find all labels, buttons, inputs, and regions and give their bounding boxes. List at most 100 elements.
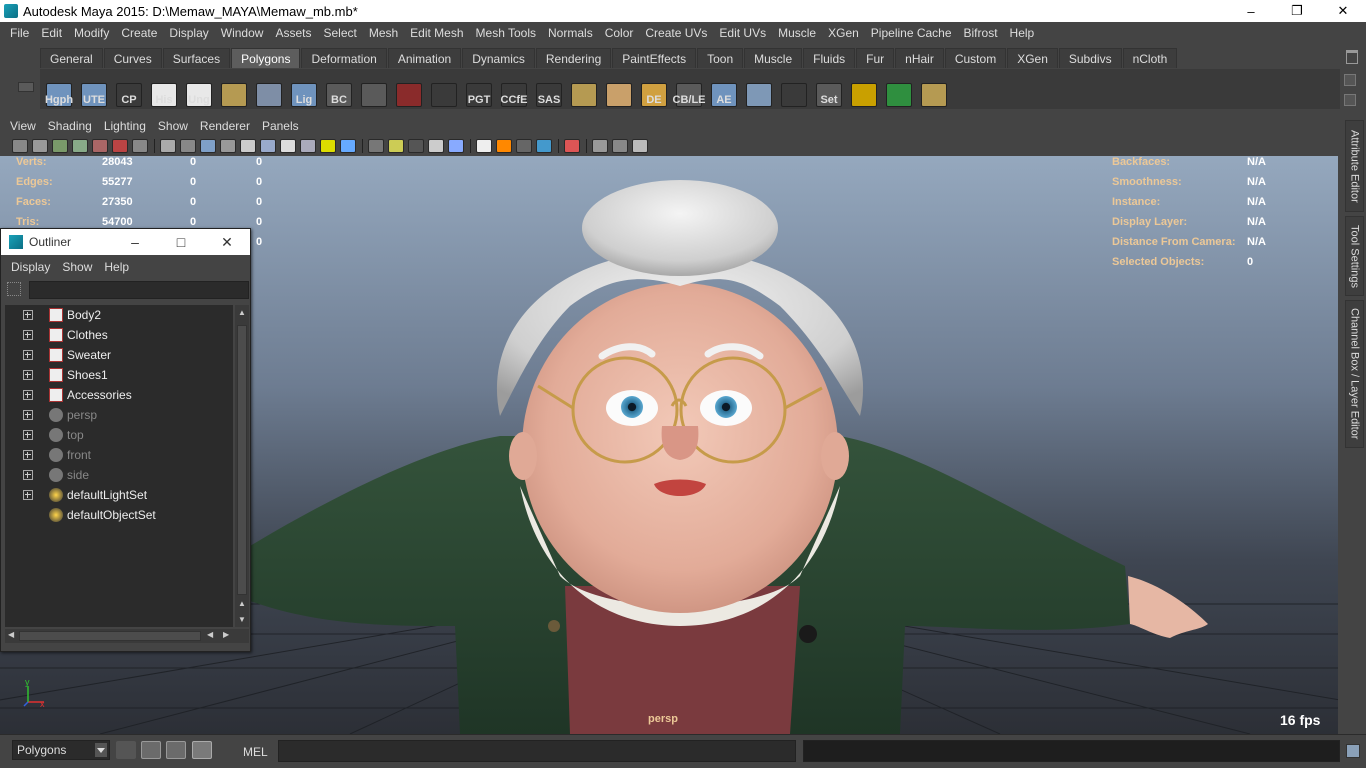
- panel-tool-0-icon[interactable]: [12, 139, 28, 153]
- menu-normals[interactable]: Normals: [542, 26, 599, 40]
- shelf-tab-deformation[interactable]: Deformation: [301, 48, 387, 68]
- shelf-tab-toon[interactable]: Toon: [697, 48, 744, 68]
- panel-tool-5-icon[interactable]: [112, 139, 128, 153]
- uv-plane-icon[interactable]: [567, 70, 601, 108]
- panel-tool-25-icon[interactable]: [476, 139, 492, 153]
- spiral-curve-icon[interactable]: [777, 70, 811, 108]
- plane-stack-icon[interactable]: [917, 70, 951, 108]
- close-button[interactable]: ✕: [1320, 0, 1366, 22]
- plane-tool-icon[interactable]: [217, 70, 251, 108]
- panel-menu-lighting[interactable]: Lighting: [98, 119, 152, 133]
- menu-display[interactable]: Display: [163, 26, 214, 40]
- shelf-tab-nhair[interactable]: nHair: [895, 48, 944, 68]
- panel-tool-9-icon[interactable]: [180, 139, 196, 153]
- restore-button[interactable]: ❐: [1274, 0, 1320, 22]
- shelf-tab-fluids[interactable]: Fluids: [803, 48, 856, 68]
- shelf-tab-general[interactable]: General: [40, 48, 103, 68]
- list-icon[interactable]: [166, 741, 186, 759]
- menu-pipeline-cache[interactable]: Pipeline Cache: [865, 26, 958, 40]
- shelf-tab-surfaces[interactable]: Surfaces: [162, 48, 231, 68]
- filter-icon[interactable]: [7, 282, 21, 296]
- menu-edit-uvs[interactable]: Edit UVs: [713, 26, 772, 40]
- shelf-tab-painteffects[interactable]: PaintEffects: [612, 48, 697, 68]
- menu-assets[interactable]: Assets: [269, 26, 317, 40]
- menu-create-uvs[interactable]: Create UVs: [639, 26, 713, 40]
- outliner-search-input[interactable]: [29, 281, 249, 299]
- script-editor-icon[interactable]: [141, 741, 161, 759]
- outliner-menu-help[interactable]: Help: [98, 260, 135, 274]
- panel-tool-20-icon[interactable]: [388, 139, 404, 153]
- panel-tool-22-icon[interactable]: [428, 139, 444, 153]
- outliner-item-shoes1[interactable]: Shoes1: [5, 365, 233, 385]
- expand-icon[interactable]: [23, 350, 33, 360]
- panel-menu-show[interactable]: Show: [152, 119, 194, 133]
- expand-icon[interactable]: [23, 370, 33, 380]
- set-key-icon[interactable]: Set: [812, 70, 846, 108]
- menu-mesh[interactable]: Mesh: [363, 26, 404, 40]
- panel-tool-10-icon[interactable]: [200, 139, 216, 153]
- menu-edit-mesh[interactable]: Edit Mesh: [404, 26, 469, 40]
- panel-tool-32-icon[interactable]: [592, 139, 608, 153]
- panel-menu-shading[interactable]: Shading: [42, 119, 98, 133]
- snap-icon[interactable]: [116, 741, 136, 759]
- blob-icon[interactable]: [742, 70, 776, 108]
- panel-tool-26-icon[interactable]: [496, 139, 512, 153]
- scroll-thumb[interactable]: [237, 325, 247, 595]
- target-yellow-icon[interactable]: [847, 70, 881, 108]
- outliner-item-clothes[interactable]: Clothes: [5, 325, 233, 345]
- shelf-tab-curves[interactable]: Curves: [103, 48, 162, 68]
- scroll-left-icon[interactable]: ◀: [207, 630, 213, 639]
- expand-icon[interactable]: [23, 450, 33, 460]
- expand-icon[interactable]: [23, 330, 33, 340]
- panel-tool-1-icon[interactable]: [32, 139, 48, 153]
- outliner-vertical-scrollbar[interactable]: ▲ ▲ ▼: [235, 305, 249, 627]
- tab-tool-settings[interactable]: Tool Settings: [1345, 216, 1364, 296]
- cp-icon[interactable]: CP: [112, 70, 146, 108]
- trash-icon[interactable]: [1346, 50, 1358, 64]
- shelf-tab-subdivs[interactable]: Subdivs: [1058, 48, 1122, 68]
- panel-tool-11-icon[interactable]: [220, 139, 236, 153]
- shelf-tab-rendering[interactable]: Rendering: [535, 48, 612, 68]
- his-icon[interactable]: His: [147, 70, 181, 108]
- scroll-thumb[interactable]: [19, 631, 201, 641]
- panel-tool-17-icon[interactable]: [340, 139, 356, 153]
- panel-tool-8-icon[interactable]: [160, 139, 176, 153]
- shelf-tab-ncloth[interactable]: nCloth: [1122, 48, 1178, 68]
- panel-tool-4-icon[interactable]: [92, 139, 108, 153]
- panel-tool-16-icon[interactable]: [320, 139, 336, 153]
- outliner-item-sweater[interactable]: Sweater: [5, 345, 233, 365]
- panel-tool-23-icon[interactable]: [448, 139, 464, 153]
- command-input[interactable]: [278, 740, 796, 762]
- scroll-right-icon[interactable]: ▶: [223, 630, 229, 639]
- shelf-tab-custom[interactable]: Custom: [944, 48, 1007, 68]
- panel-tool-21-icon[interactable]: [408, 139, 424, 153]
- outliner-menu-display[interactable]: Display: [5, 260, 56, 274]
- panel-menu-panels[interactable]: Panels: [256, 119, 305, 133]
- script-editor-button[interactable]: [1346, 744, 1360, 758]
- expand-icon[interactable]: [23, 430, 33, 440]
- shelf-tab-dynamics[interactable]: Dynamics: [462, 48, 535, 68]
- menu-bifrost[interactable]: Bifrost: [958, 26, 1004, 40]
- de-icon[interactable]: DE: [637, 70, 671, 108]
- menu-modify[interactable]: Modify: [68, 26, 115, 40]
- mel-label[interactable]: MEL: [243, 745, 268, 759]
- outliner-item-top[interactable]: top: [5, 425, 233, 445]
- outliner-menu-show[interactable]: Show: [56, 260, 98, 274]
- panel-tool-14-icon[interactable]: [280, 139, 296, 153]
- ccfe-icon[interactable]: CCfE: [497, 70, 531, 108]
- panel-tool-15-icon[interactable]: [300, 139, 316, 153]
- lasso-sphere-icon[interactable]: [252, 70, 286, 108]
- shelf-tab-xgen[interactable]: XGen: [1007, 48, 1058, 68]
- scroll-down-icon[interactable]: ▼: [236, 613, 248, 625]
- pgt-icon[interactable]: PGT: [462, 70, 496, 108]
- menu-xgen[interactable]: XGen: [822, 26, 865, 40]
- outliner-horizontal-scrollbar[interactable]: ◀ ◀ ▶: [5, 629, 249, 643]
- outliner-item-persp[interactable]: persp: [5, 405, 233, 425]
- panel-tool-2-icon[interactable]: [52, 139, 68, 153]
- expand-icon[interactable]: [23, 390, 33, 400]
- panel-tool-12-icon[interactable]: [240, 139, 256, 153]
- menu-create[interactable]: Create: [115, 26, 163, 40]
- cb-le-icon[interactable]: CB/LE: [672, 70, 706, 108]
- panel-tool-30-icon[interactable]: [564, 139, 580, 153]
- outliner-item-defaultlightset[interactable]: defaultLightSet: [5, 485, 233, 505]
